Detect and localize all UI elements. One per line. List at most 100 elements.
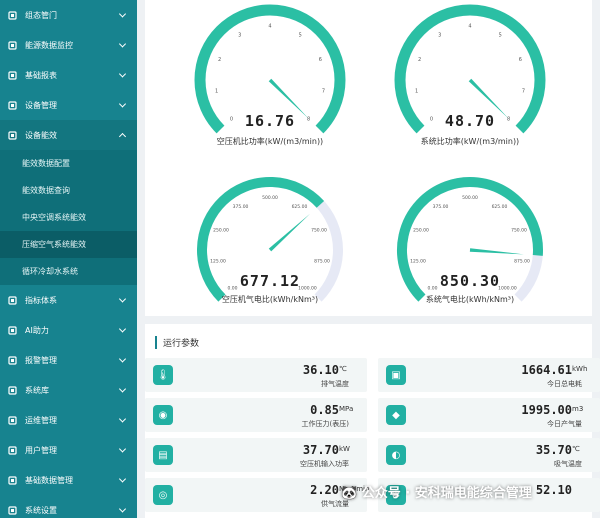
sidebar-item-8[interactable]: 系统库 [0, 375, 137, 405]
param-value: 1995.00 [521, 403, 572, 417]
param-name: 今日产气量 [547, 420, 582, 428]
sidebar-item-label: AI助力 [25, 325, 49, 335]
pressure-icon: ◉ [153, 405, 173, 425]
param-name: 排气温度 [321, 380, 349, 388]
sidebar-item-1[interactable]: 能源数据监控 [0, 30, 137, 60]
sidebar-item-12[interactable]: 系统设置 [0, 495, 137, 518]
param-value: 52.10 [535, 483, 572, 497]
intake-icon: ◐ [386, 445, 406, 465]
gauge-tick-label: 6 [319, 57, 322, 63]
submenu-item-4[interactable]: 循环冷却水系统 [0, 258, 137, 285]
submenu: 能效数据配置 能效数据查询 中央空调系统能效 压缩空气系统能效 循环冷却水系统 [0, 150, 137, 285]
sidebar-item-label: 设备管理 [25, 100, 57, 110]
main-content: 0 1 2 3 4 5 6 7 8 16.76 空压机比功率(kW/(m3/min)) 0 1 2 3 4 5 6… [137, 0, 600, 518]
user-icon [8, 445, 17, 455]
sidebar-item-9[interactable]: 运维管理 [0, 405, 137, 435]
gauge-tick-label: 4 [468, 24, 471, 30]
sidebar-item-10[interactable]: 用户管理 [0, 435, 137, 465]
gauge-tick-label: 3 [238, 33, 241, 39]
grid-icon [8, 10, 17, 20]
param-value: 36.10 [302, 363, 339, 377]
submenu-item-2[interactable]: 中央空调系统能效 [0, 204, 137, 231]
sidebar-item-11[interactable]: 基础数据管理 [0, 465, 137, 495]
gauge-value: 850.30 [439, 272, 501, 290]
gauge-tick-label: 5 [499, 33, 502, 39]
gauge-tick-label: 250.00 [413, 228, 429, 234]
chevron-down-icon [118, 385, 127, 393]
sidebar-item-label: 组态管门 [25, 10, 57, 20]
submenu-item-3[interactable]: 压缩空气系统能效 [0, 231, 137, 258]
gauge-label: 系统气电比(kWh/kNm³) [425, 295, 515, 304]
param-name: 吸气温度 [554, 460, 582, 468]
lib-icon [8, 385, 17, 395]
chevron-down-icon [118, 100, 127, 108]
chevron-down-icon [118, 40, 127, 48]
param-value: 35.70 [535, 443, 572, 457]
tool-icon [8, 100, 17, 110]
sidebar-item-label: 运维管理 [25, 415, 57, 425]
gauge-tick-label: 3 [438, 33, 441, 39]
sidebar-item-label: 基础数据管理 [25, 475, 73, 485]
sidebar-item-label: 设备能效 [25, 130, 57, 140]
param-value: 37.70 [302, 443, 339, 457]
sidebar-item-0[interactable]: 组态管门 [0, 0, 137, 30]
gauge-tick-label: 1 [415, 89, 418, 95]
param-unit: m3 [572, 405, 584, 413]
alarm-icon [8, 355, 17, 365]
param-unit: ℃ [339, 365, 347, 373]
gauge-value: 677.12 [239, 272, 301, 290]
chevron-down-icon [118, 475, 127, 483]
flow-icon: ◎ [153, 485, 173, 505]
gauge-tick-label: 750.00 [311, 228, 327, 234]
submenu-item-0[interactable]: 能效数据配置 [0, 150, 137, 177]
params-title: 运行参数 [155, 336, 199, 349]
chevron-down-icon [118, 355, 127, 363]
watermark: 🐼 公众号 · 安科瑞电能综合管理 [341, 486, 532, 501]
param-card: ◆ 1995.00 m3 今日产气量 [378, 398, 600, 432]
sidebar-item-7[interactable]: 报警管理 [0, 345, 137, 375]
gauge-tick-label: 625.00 [292, 204, 308, 210]
sidebar-item-label: 报警管理 [25, 355, 57, 365]
sidebar-item-label: 用户管理 [25, 445, 57, 455]
index-icon [8, 295, 17, 305]
gauge-tick-label: 250.00 [213, 228, 229, 234]
sidebar-item-6[interactable]: AI助力 [0, 315, 137, 345]
param-card: ▣ 1664.61 kWh 今日总电耗 [378, 358, 600, 392]
chevron-up-icon [118, 132, 127, 141]
gauge-tick-label: 5 [299, 33, 302, 39]
sidebar-item-label: 基础报表 [25, 70, 57, 80]
chevron-down-icon [118, 415, 127, 423]
param-name: 工作压力(表压) [301, 420, 349, 428]
power-icon: ▤ [153, 445, 173, 465]
gauge-needle [268, 213, 311, 252]
gauge-label: 空压机气电比(kWh/kNm³) [221, 295, 319, 304]
ops-icon [8, 415, 17, 425]
sidebar-item-label: 系统库 [25, 385, 49, 395]
gauge-needle [469, 248, 524, 255]
gauge-panel: 0 1 2 3 4 5 6 7 8 16.76 空压机比功率(kW/(m3/min)) 0 1 2 3 4 5 6… [145, 0, 592, 316]
gauge-2: 0.00 125.00 250.00 375.00 500.00 625.00 750.00… [170, 158, 370, 308]
param-unit: MPa [339, 405, 354, 413]
chart-icon [8, 130, 17, 140]
param-card: ◎ 2.20 Nm³/min 供气流量 [145, 478, 369, 512]
gauge-value: 48.70 [444, 112, 496, 130]
thermometer-icon: 🌡 [153, 365, 173, 385]
sidebar-item-label: 指标体系 [25, 295, 57, 305]
report-icon [8, 70, 17, 80]
sidebar-item-5[interactable]: 指标体系 [0, 285, 137, 315]
gauge-tick-label: 7 [522, 89, 525, 95]
gauge-tick-label: 625.00 [492, 204, 508, 210]
param-card: ◐ 35.70 ℃ 吸气温度 [378, 438, 600, 472]
gauge-tick-label: 2 [218, 57, 221, 63]
gauge-3: 0.00 125.00 250.00 375.00 500.00 625.00 750.00… [370, 158, 570, 308]
sidebar-item-4[interactable]: 设备能效 [0, 120, 137, 150]
chevron-down-icon [118, 295, 127, 303]
gauge-tick-label: 500.00 [262, 195, 278, 201]
submenu-item-1[interactable]: 能效数据查询 [0, 177, 137, 204]
param-card: ◉ 0.85 MPa 工作压力(表压) [145, 398, 367, 432]
gauge-tick-label: 6 [519, 57, 522, 63]
sidebar-item-2[interactable]: 基础报表 [0, 60, 137, 90]
gauge-tick-label: 375.00 [233, 204, 249, 210]
sidebar-item-3[interactable]: 设备管理 [0, 90, 137, 120]
gauge-tick-label: 750.00 [511, 228, 527, 234]
